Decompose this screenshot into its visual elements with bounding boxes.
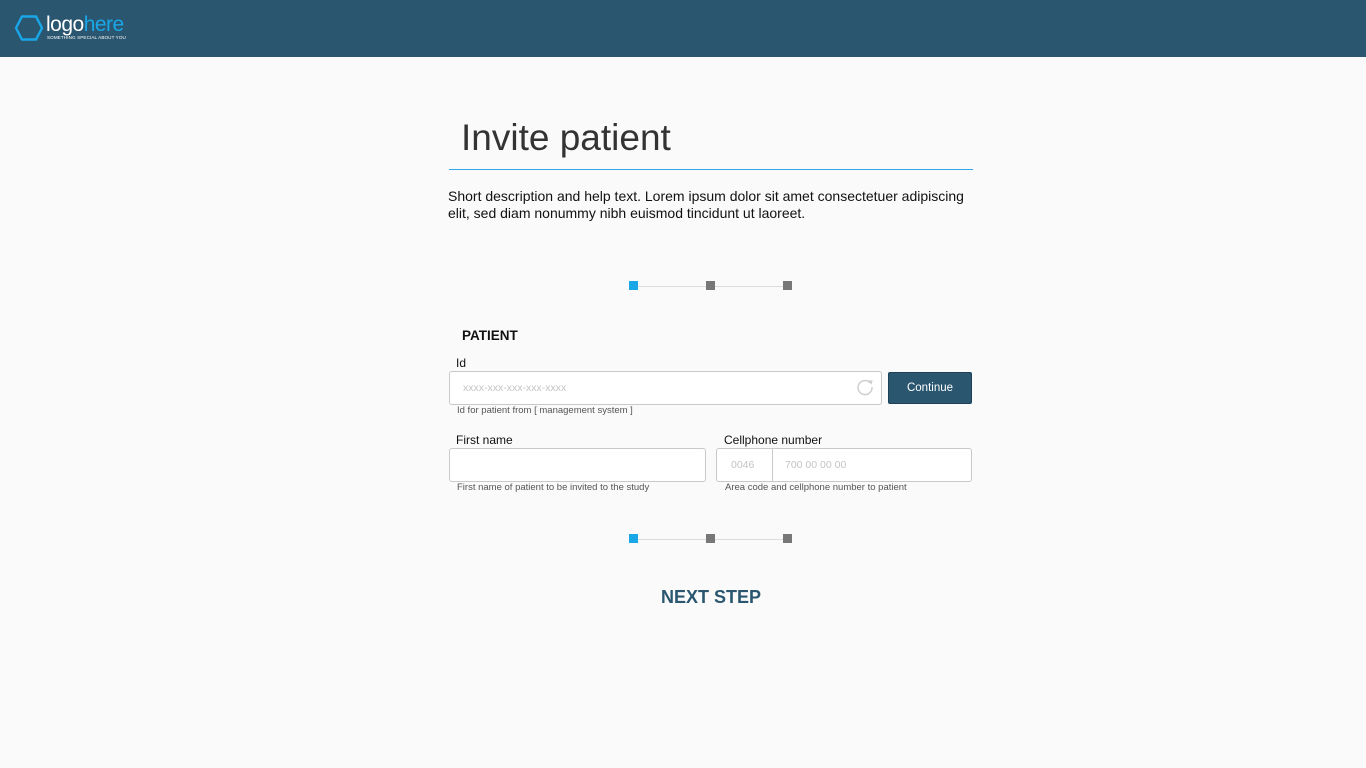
id-hint: Id for patient from [ management system … xyxy=(457,405,633,416)
cellphone-hint: Area code and cellphone number to patien… xyxy=(725,482,907,493)
stepper-connector xyxy=(715,538,788,540)
first-name-input[interactable] xyxy=(449,448,706,482)
progress-stepper-top xyxy=(629,281,793,291)
cellphone-number-input[interactable] xyxy=(774,449,971,481)
logo[interactable]: logohere SOMETHING SPECIAL ABOUT YOU xyxy=(15,13,135,43)
refresh-icon[interactable] xyxy=(855,377,875,397)
progress-stepper-bottom xyxy=(629,534,793,544)
section-label-patient: PATIENT xyxy=(462,328,518,343)
logo-text: logohere xyxy=(46,13,124,37)
page-description: Short description and help text. Lorem i… xyxy=(448,188,964,221)
logo-word-primary: logo xyxy=(46,13,84,36)
logo-tagline: SOMETHING SPECIAL ABOUT YOU xyxy=(47,35,126,40)
hexagon-logo-icon xyxy=(15,15,43,41)
stepper-connector xyxy=(638,538,711,540)
logo-word-accent: here xyxy=(83,13,125,36)
stepper-step-2 xyxy=(706,534,715,543)
area-code-input[interactable] xyxy=(717,449,773,481)
cellphone-field-group xyxy=(716,448,972,482)
id-label: Id xyxy=(456,356,467,370)
first-name-hint: First name of patient to be invited to t… xyxy=(457,482,650,493)
stepper-step-3 xyxy=(783,534,792,543)
patient-id-input[interactable] xyxy=(449,371,882,405)
stepper-step-1 xyxy=(629,281,638,290)
top-bar: logohere SOMETHING SPECIAL ABOUT YOU xyxy=(0,0,1366,57)
cellphone-label: Cellphone number xyxy=(724,433,823,447)
stepper-step-3 xyxy=(783,281,792,290)
stepper-step-2 xyxy=(706,281,715,290)
stepper-connector xyxy=(715,285,788,287)
stepper-connector xyxy=(638,285,711,287)
continue-button[interactable]: Continue xyxy=(888,372,972,404)
stepper-step-1 xyxy=(629,534,638,543)
title-section: Invite patient xyxy=(449,112,973,170)
first-name-label: First name xyxy=(456,433,513,447)
next-step-button[interactable]: NEXT STEP xyxy=(611,584,811,610)
page-title: Invite patient xyxy=(461,117,671,158)
